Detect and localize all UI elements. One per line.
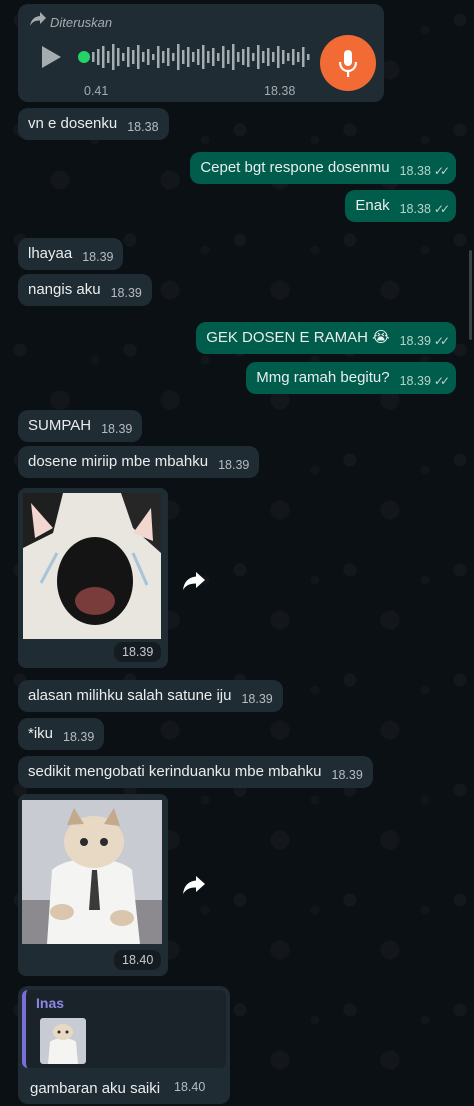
- message-time: 18.39: [331, 768, 363, 782]
- image-message[interactable]: 18.39: [18, 488, 168, 668]
- read-ticks-icon: ✓✓: [433, 334, 450, 348]
- message-time: 18.38: [399, 202, 431, 216]
- message-text: gambaran aku saiki: [30, 1080, 161, 1097]
- incoming-message[interactable]: SUMPAH 18.39: [18, 410, 143, 442]
- playback-position-dot[interactable]: [78, 51, 90, 63]
- message-time: 18.38: [127, 120, 159, 134]
- incoming-message[interactable]: dosene miriip mbe mbahku 18.39: [18, 446, 260, 478]
- play-icon[interactable]: [42, 46, 61, 68]
- message-time: 18.40: [114, 950, 162, 970]
- read-ticks-icon: ✓✓: [433, 202, 450, 216]
- share-arrow-icon: [183, 876, 205, 894]
- incoming-message[interactable]: lhayaa 18.39: [18, 238, 124, 270]
- incoming-message[interactable]: alasan milihku salah satune iju 18.39: [18, 680, 283, 712]
- voice-message-bubble[interactable]: Diteruskan 0.41 18.38: [18, 4, 384, 102]
- outgoing-message[interactable]: Cepet bgt respone dosenmu 18.38 ✓✓: [190, 152, 456, 184]
- forwarded-label: Diteruskan: [50, 15, 113, 30]
- forwarded-icon: [30, 12, 46, 26]
- share-arrow-icon: [183, 572, 205, 590]
- incoming-message[interactable]: sedikit mengobati kerinduanku mbe mbahku…: [18, 756, 373, 788]
- message-text: Cepet bgt respone dosenmu: [200, 159, 390, 176]
- read-ticks-icon: ✓✓: [433, 374, 450, 388]
- voice-waveform[interactable]: [82, 40, 314, 74]
- outgoing-message[interactable]: GEK DOSEN E RAMAH 😭 18.39 ✓✓: [196, 322, 456, 354]
- quoted-message[interactable]: Inas: [22, 990, 226, 1068]
- voice-duration: 0.41: [84, 84, 109, 98]
- message-time: 18.39: [101, 422, 133, 436]
- reply-message-bubble[interactable]: Inas gambaran aku saiki 18.40: [18, 986, 230, 1104]
- message-text: nangis aku: [28, 281, 101, 298]
- outgoing-message[interactable]: Mmg ramah begitu? 18.39 ✓✓: [246, 362, 456, 394]
- message-text: dosene miriip mbe mbahku: [28, 453, 209, 470]
- message-time: 18.39: [399, 374, 431, 388]
- crying-cat-image[interactable]: [23, 493, 161, 639]
- message-text: sedikit mengobati kerinduanku mbe mbahku: [28, 763, 322, 780]
- message-text: lhayaa: [28, 245, 73, 262]
- mic-button[interactable]: [320, 35, 376, 91]
- scrollbar[interactable]: [469, 250, 472, 340]
- message-text: Enak: [355, 197, 390, 214]
- message-time: 18.38: [264, 84, 296, 98]
- image-message[interactable]: 18.40: [18, 794, 168, 976]
- message-time: 18.39: [110, 286, 142, 300]
- incoming-message[interactable]: nangis aku 18.39: [18, 274, 152, 306]
- quoted-image-thumbnail: [40, 1018, 86, 1064]
- message-text: SUMPAH: [28, 417, 92, 434]
- forward-button[interactable]: [176, 562, 212, 598]
- message-time: 18.40: [174, 1080, 206, 1094]
- read-ticks-icon: ✓✓: [433, 164, 450, 178]
- cat-in-robe-image[interactable]: [22, 800, 162, 944]
- quoted-sender-name: Inas: [36, 995, 65, 1011]
- message-text: alasan milihku salah satune iju: [28, 687, 232, 704]
- message-time: 18.39: [218, 458, 250, 472]
- message-text: vn e dosenku: [28, 115, 118, 132]
- message-text: Mmg ramah begitu?: [256, 369, 390, 386]
- message-text: GEK DOSEN E RAMAH 😭: [206, 329, 390, 346]
- incoming-message[interactable]: vn e dosenku 18.38: [18, 108, 169, 140]
- outgoing-message[interactable]: Enak 18.38 ✓✓: [345, 190, 456, 222]
- forward-button[interactable]: [176, 866, 212, 902]
- mic-icon: [338, 50, 358, 77]
- message-time: 18.39: [63, 730, 95, 744]
- message-time: 18.39: [241, 692, 273, 706]
- message-time: 18.38: [399, 164, 431, 178]
- incoming-message[interactable]: *iku 18.39: [18, 718, 105, 750]
- message-text: *iku: [28, 725, 54, 742]
- message-time: 18.39: [82, 250, 114, 264]
- message-time: 18.39: [399, 334, 431, 348]
- message-time: 18.39: [114, 642, 162, 662]
